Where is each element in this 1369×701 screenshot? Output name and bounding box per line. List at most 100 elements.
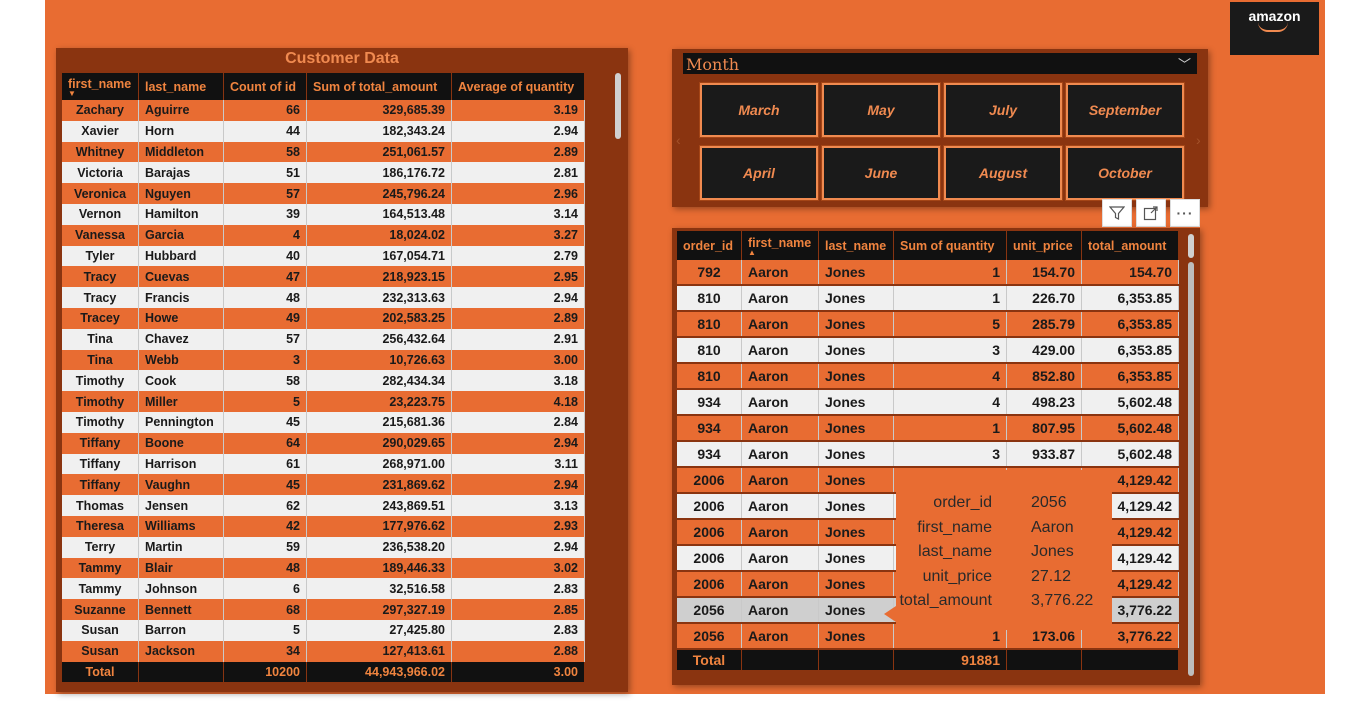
customer-cell: 66 [223, 100, 307, 121]
customer-cell: 2.89 [451, 307, 585, 329]
table-row[interactable]: 934 Aaron Jones 4 498.23 5,602.48 [677, 389, 1179, 416]
column-header-count-of-id[interactable]: Count of id [223, 73, 307, 100]
filter-icon[interactable] [1102, 199, 1132, 227]
column-header-first-name[interactable]: first_name ▲ [741, 231, 819, 260]
table-row[interactable]: Tina Webb 3 10,726.63 3.00 [62, 349, 585, 371]
table-row[interactable]: Vernon Hamilton 39 164,513.48 3.14 [62, 203, 585, 225]
customer-cell: 2.94 [451, 120, 585, 142]
table-row[interactable]: 792 Aaron Jones 1 154.70 154.70 [677, 260, 1179, 286]
table-row[interactable]: Victoria Barajas 51 186,176.72 2.81 [62, 162, 585, 184]
customer-cell: 57 [223, 183, 307, 204]
customer-data-table[interactable]: first_name ▼ last_name Count of id Sum of… [62, 73, 585, 682]
order-total-cell [741, 649, 819, 672]
customer-cell: 34 [223, 640, 307, 662]
month-button-april[interactable]: April [699, 145, 819, 201]
table-row[interactable]: Timothy Miller 5 23,223.75 4.18 [62, 391, 585, 412]
table-row[interactable]: Susan Jackson 34 127,413.61 2.88 [62, 640, 585, 662]
month-slicer-label: Month [686, 55, 740, 74]
tooltip-key: first_name [917, 518, 992, 536]
order-cell: 1 [893, 285, 1007, 312]
order-cell: 429.00 [1006, 337, 1082, 364]
customer-cell: 2.94 [451, 432, 585, 454]
customer-cell: Tyler [62, 245, 139, 267]
focus-mode-icon[interactable] [1136, 199, 1166, 227]
orders-table-scrollbar-track[interactable] [1188, 262, 1194, 676]
customer-cell: 5 [223, 391, 307, 412]
table-row[interactable]: 810 Aaron Jones 1 226.70 6,353.85 [677, 285, 1179, 312]
customer-cell: 40 [223, 245, 307, 267]
month-button-september[interactable]: September [1065, 82, 1185, 138]
table-row[interactable]: Thomas Jensen 62 243,869.51 3.13 [62, 495, 585, 516]
table-row[interactable]: Tracey Howe 49 202,583.25 2.89 [62, 307, 585, 329]
customer-cell: 243,869.51 [306, 495, 452, 516]
table-row[interactable]: Xavier Horn 44 182,343.24 2.94 [62, 120, 585, 142]
order-cell: Jones [818, 363, 894, 390]
table-row[interactable]: Suzanne Bennett 68 297,327.19 2.85 [62, 599, 585, 620]
column-header-last-name[interactable]: last_name [818, 231, 894, 260]
chevron-down-icon[interactable]: ﹀ [1178, 54, 1191, 73]
column-header-total-amount[interactable]: total_amount [1081, 231, 1179, 260]
order-cell: Jones [818, 337, 894, 364]
table-row[interactable]: Tammy Blair 48 189,446.33 3.02 [62, 557, 585, 579]
table-row[interactable]: 934 Aaron Jones 3 933.87 5,602.48 [677, 441, 1179, 468]
table-row[interactable]: Tracy Francis 48 232,313.63 2.94 [62, 287, 585, 308]
table-row[interactable]: Tracy Cuevas 47 218,923.15 2.95 [62, 266, 585, 288]
table-row[interactable]: Veronica Nguyen 57 245,796.24 2.96 [62, 183, 585, 204]
table-row[interactable]: Susan Barron 5 27,425.80 2.83 [62, 619, 585, 641]
month-button-july[interactable]: July [943, 82, 1063, 138]
customer-cell: 3.27 [451, 224, 585, 246]
order-total-cell: 91881 [893, 649, 1007, 672]
chevron-right-icon[interactable]: › [1196, 132, 1201, 148]
table-row[interactable]: 810 Aaron Jones 3 429.00 6,353.85 [677, 337, 1179, 364]
column-header-sum-total-amount[interactable]: Sum of total_amount [306, 73, 452, 100]
table-row[interactable]: 934 Aaron Jones 1 807.95 5,602.48 [677, 415, 1179, 442]
month-slicer-header[interactable]: Month ﹀ [683, 53, 1197, 74]
order-cell: 2006 [677, 493, 742, 520]
column-header-order-id[interactable]: order_id [677, 231, 742, 260]
column-header-first-name[interactable]: first_name ▼ [62, 73, 139, 100]
customer-cell: Aguirre [138, 100, 224, 121]
order-cell: Jones [818, 285, 894, 312]
table-row[interactable]: Tiffany Vaughn 45 231,869.62 2.94 [62, 474, 585, 496]
customer-cell: Tracy [62, 266, 139, 288]
order-cell: Jones [818, 441, 894, 468]
month-button-march[interactable]: March [699, 82, 819, 138]
customer-cell: 3.13 [451, 495, 585, 516]
order-cell: Aaron [741, 441, 819, 468]
table-row[interactable]: Tiffany Harrison 61 268,971.00 3.11 [62, 453, 585, 475]
customer-table-scrollbar[interactable] [615, 73, 621, 139]
column-header-last-name[interactable]: last_name [138, 73, 224, 100]
table-row[interactable]: Terry Martin 59 236,538.20 2.94 [62, 536, 585, 558]
customer-cell: Tracy [62, 287, 139, 308]
customer-cell: 23,223.75 [306, 391, 452, 412]
table-row[interactable]: Tammy Johnson 6 32,516.58 2.83 [62, 578, 585, 600]
table-row[interactable]: Tiffany Boone 64 290,029.65 2.94 [62, 432, 585, 454]
column-header-sum-quantity[interactable]: Sum of quantity [893, 231, 1007, 260]
month-button-june[interactable]: June [821, 145, 941, 201]
table-row[interactable]: Timothy Pennington 45 215,681.36 2.84 [62, 411, 585, 433]
table-row[interactable]: Theresa Williams 42 177,976.62 2.93 [62, 515, 585, 537]
table-row[interactable]: Zachary Aguirre 66 329,685.39 3.19 [62, 100, 585, 121]
chevron-left-icon[interactable]: ‹ [676, 132, 681, 148]
month-button-october[interactable]: October [1065, 145, 1185, 201]
table-row[interactable]: 810 Aaron Jones 5 285.79 6,353.85 [677, 311, 1179, 338]
tooltip-value: 3,776.22 [1031, 592, 1094, 609]
table-row[interactable]: Tyler Hubbard 40 167,054.71 2.79 [62, 245, 585, 267]
month-button-august[interactable]: August [943, 145, 1063, 201]
customer-cell: 48 [223, 287, 307, 308]
table-row[interactable]: Whitney Middleton 58 251,061.57 2.89 [62, 141, 585, 163]
table-row[interactable]: Timothy Cook 58 282,434.34 3.18 [62, 370, 585, 392]
order-cell: 226.70 [1006, 285, 1082, 312]
month-button-may[interactable]: May [821, 82, 941, 138]
column-header-average-quantity[interactable]: Average of quantity [451, 73, 585, 100]
order-cell: 1 [893, 260, 1007, 286]
table-row[interactable]: Vanessa Garcia 4 18,024.02 3.27 [62, 224, 585, 246]
customer-cell: Nguyen [138, 183, 224, 204]
table-row[interactable]: Tina Chavez 57 256,432.64 2.91 [62, 328, 585, 350]
orders-table-scrollbar[interactable] [1188, 234, 1194, 258]
tooltip-key: last_name [918, 543, 992, 560]
column-header-unit-price[interactable]: unit_price [1006, 231, 1082, 260]
tooltip-row: unit_price 27.12 [896, 568, 1112, 590]
more-options-icon[interactable]: ··· [1170, 199, 1200, 227]
table-row[interactable]: 810 Aaron Jones 4 852.80 6,353.85 [677, 363, 1179, 390]
